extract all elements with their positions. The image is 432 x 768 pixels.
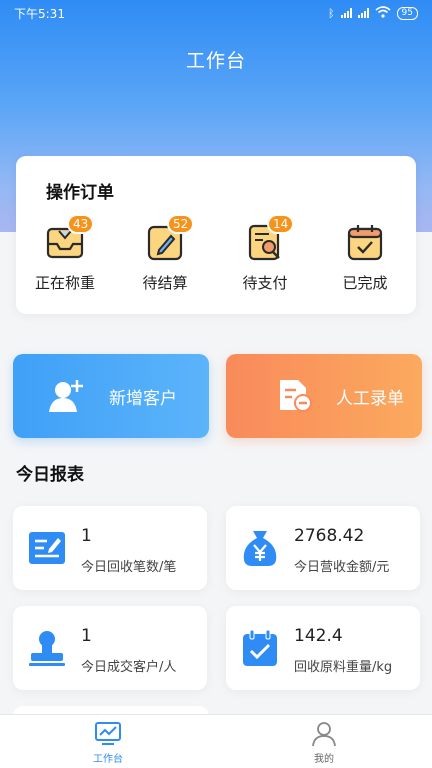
weighing-count-badge: 43 [67, 214, 95, 234]
tab-label: 工作台 [93, 754, 123, 765]
stat-card-revenue[interactable]: 2768.42 今日营收金额/元 [226, 506, 420, 590]
order-item-weighing[interactable]: 43 正在称重 [20, 214, 110, 293]
page-title: 工作台 [185, 50, 246, 72]
add-customer-label: 新增客户 [109, 388, 177, 409]
tab-mine[interactable]: 我的 [216, 715, 432, 768]
stat-card-recycle-count[interactable]: 1 今日回收笔数/笔 [13, 506, 207, 590]
user-icon [310, 721, 338, 747]
signal-icon [340, 8, 352, 18]
add-user-icon [47, 376, 87, 416]
order-item-done[interactable]: 已完成 [320, 222, 410, 293]
order-item-label: 已完成 [342, 274, 388, 292]
order-item-label: 待结算 [142, 274, 188, 292]
tab-label: 我的 [314, 754, 334, 765]
stat-card-customers[interactable]: 1 今日成交客户/人 [13, 606, 207, 690]
operation-orders-card: 操作订单 43 正在称重 52 待结算 14 待支付 已完成 [16, 156, 416, 314]
money-bag-icon [240, 528, 280, 568]
calendar-check-icon [240, 628, 280, 668]
order-item-label: 正在称重 [34, 274, 95, 292]
bottom-tab-bar: 工作台 我的 [0, 714, 432, 768]
stat-card-weight[interactable]: 142.4 回收原料重量/kg [226, 606, 420, 690]
stat-label: 回收原料重量/kg [294, 660, 393, 675]
pencil-note-icon: 52 [145, 214, 195, 262]
operation-orders-title: 操作订单 [46, 183, 114, 203]
stat-value: 1 [81, 526, 92, 546]
document-search-icon: 14 [245, 214, 295, 262]
wifi-icon [375, 5, 391, 21]
tab-workbench[interactable]: 工作台 [0, 715, 216, 768]
settle-count-badge: 52 [167, 214, 195, 234]
report-section-title: 今日报表 [16, 465, 84, 485]
manual-entry-label: 人工录单 [336, 388, 404, 409]
stat-label: 今日成交客户/人 [81, 660, 177, 675]
stat-value: 2768.42 [294, 526, 365, 546]
manual-entry-button[interactable]: 人工录单 [226, 354, 422, 438]
weighing-tray-icon: 43 [45, 214, 95, 262]
order-item-settle[interactable]: 52 待结算 [120, 214, 210, 293]
pay-count-badge: 14 [267, 214, 295, 234]
monitor-chart-icon [94, 721, 122, 747]
order-item-label: 待支付 [242, 274, 288, 292]
add-customer-button[interactable]: 新增客户 [13, 354, 209, 438]
stat-value: 1 [81, 626, 92, 646]
form-edit-icon [27, 528, 67, 568]
signal-icon [357, 8, 369, 18]
stamp-icon [27, 628, 67, 668]
stat-value: 142.4 [294, 626, 343, 646]
order-item-pay[interactable]: 14 待支付 [220, 214, 310, 293]
battery-indicator: 95 [396, 6, 418, 20]
stat-label: 今日营收金额/元 [294, 560, 390, 575]
manual-document-icon [274, 376, 314, 416]
calendar-check-icon [345, 222, 385, 262]
bluetooth-icon: ᛒ [327, 6, 335, 20]
stat-label: 今日回收笔数/笔 [81, 560, 177, 575]
status-time: 下午5:31 [14, 6, 65, 21]
status-bar: 下午5:31 ᛒ 95 [0, 0, 432, 26]
